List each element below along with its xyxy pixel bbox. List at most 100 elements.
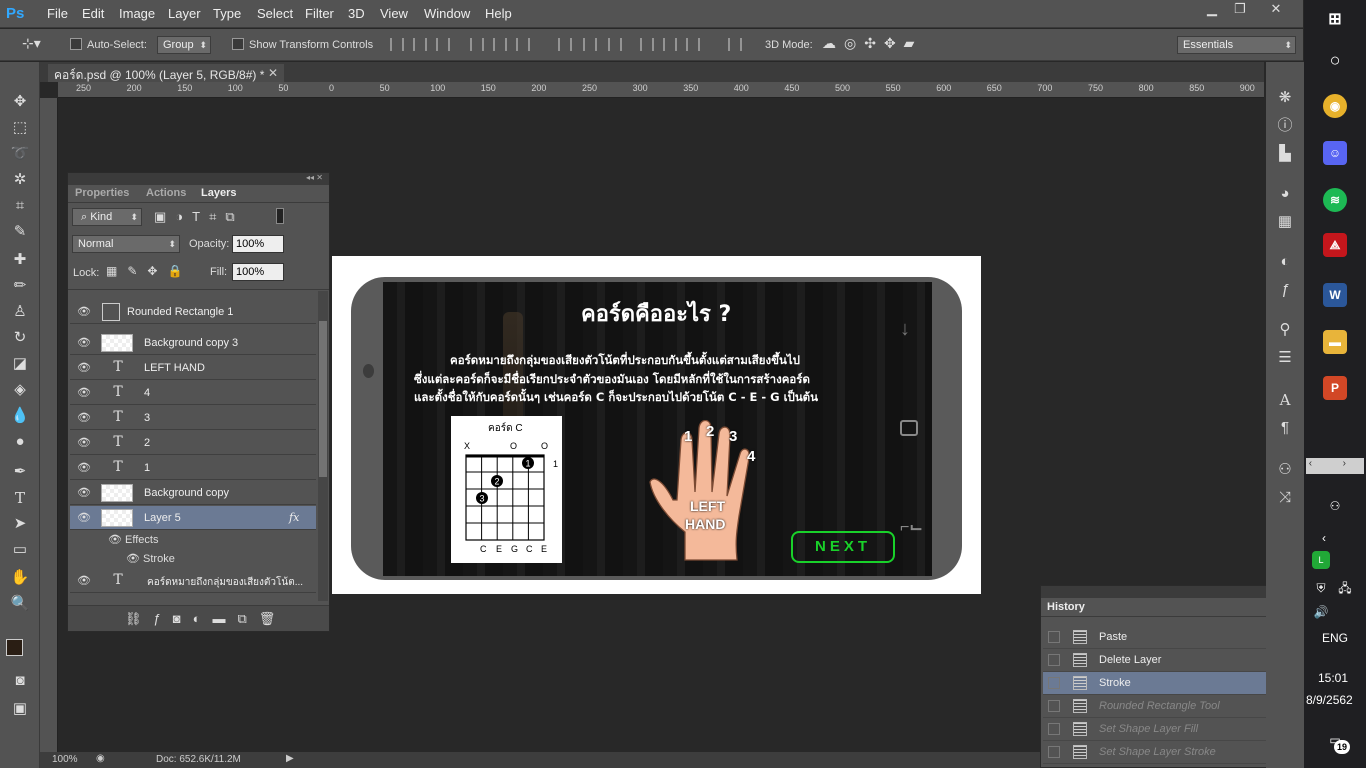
layer-row[interactable]: 👁 T LEFT HAND bbox=[70, 356, 316, 380]
history-snapshot-box[interactable] bbox=[1048, 677, 1060, 689]
line-app-icon[interactable]: L bbox=[1312, 551, 1330, 569]
show-hidden-icons[interactable]: ‹ bbox=[1312, 526, 1336, 550]
cortana-icon[interactable]: ○ bbox=[1323, 48, 1347, 72]
powerpoint-icon[interactable]: P bbox=[1323, 376, 1347, 400]
acrobat-icon[interactable]: ⟁ bbox=[1323, 233, 1347, 257]
layer-row[interactable]: 👁 T 3 bbox=[70, 406, 316, 430]
layer-row-selected[interactable]: 👁 Layer 5 fx bbox=[70, 506, 316, 530]
move-tool-icon[interactable]: ⊹▾ bbox=[22, 35, 41, 52]
histogram-icon[interactable]: ▙ bbox=[1275, 144, 1295, 164]
dodge-tool-icon[interactable]: ● bbox=[9, 431, 31, 453]
type-tool-icon[interactable]: T bbox=[9, 487, 31, 509]
menu-type[interactable]: Type bbox=[213, 6, 241, 21]
3d-tools-icon[interactable]: ☁◎✣✥▰ bbox=[822, 35, 922, 52]
visibility-eye-icon[interactable]: 👁 bbox=[77, 486, 91, 500]
path-selection-icon[interactable]: ➤ bbox=[9, 513, 31, 535]
history-row[interactable]: Rounded Rectangle Tool bbox=[1043, 695, 1287, 718]
history-snapshot-box[interactable] bbox=[1048, 654, 1060, 666]
move-tool-icon[interactable]: ✥ bbox=[9, 91, 31, 113]
visibility-eye-icon[interactable]: 👁 bbox=[108, 534, 125, 546]
adjustments-icon[interactable]: ◐ bbox=[1275, 252, 1295, 272]
blend-mode-dropdown[interactable]: Normal bbox=[72, 235, 180, 253]
menu-3d[interactable]: 3D bbox=[348, 6, 365, 21]
volume-icon[interactable]: 🔊 bbox=[1312, 600, 1330, 619]
menu-filter[interactable]: Filter bbox=[305, 6, 334, 21]
brush-tool-icon[interactable]: ✏ bbox=[9, 275, 31, 297]
color-icon[interactable]: ◕ bbox=[1275, 184, 1295, 204]
menu-layer[interactable]: Layer bbox=[168, 6, 201, 21]
screen-mode-icon[interactable]: ▣ bbox=[9, 698, 31, 720]
history-snapshot-box[interactable] bbox=[1048, 631, 1060, 643]
menu-edit[interactable]: Edit bbox=[82, 6, 104, 21]
discord-icon[interactable]: ☺ bbox=[1323, 141, 1347, 165]
word-icon[interactable]: W bbox=[1323, 283, 1347, 307]
styles-icon[interactable]: ƒ bbox=[1275, 280, 1295, 300]
visibility-eye-icon[interactable]: 👁 bbox=[77, 336, 91, 350]
layer-row[interactable]: 👁 T 4 bbox=[70, 381, 316, 405]
menu-select[interactable]: Select bbox=[257, 6, 293, 21]
language-indicator[interactable]: ENG bbox=[1322, 631, 1348, 645]
distribute-icon[interactable] bbox=[640, 38, 654, 51]
kind-filter-dropdown[interactable]: ⌕ Kind bbox=[72, 208, 142, 226]
fx-badge[interactable]: fx bbox=[289, 511, 299, 524]
zoom-tool-icon[interactable]: 🔍 bbox=[9, 593, 31, 615]
quick-mask-icon[interactable]: ◙ bbox=[9, 670, 31, 692]
restore-icon[interactable]: ❐ bbox=[1226, 0, 1254, 20]
menu-file[interactable]: File bbox=[47, 6, 68, 21]
pen-tool-icon[interactable]: ✒ bbox=[9, 461, 31, 483]
layer-row[interactable]: 👁 Rounded Rectangle 1 bbox=[70, 300, 316, 324]
align-icon[interactable] bbox=[390, 38, 404, 51]
visibility-eye-icon[interactable]: 👁 bbox=[126, 553, 143, 565]
history-snapshot-box[interactable] bbox=[1048, 700, 1060, 712]
marquee-tool-icon[interactable]: ⬚ bbox=[9, 117, 31, 139]
distribute-icon[interactable] bbox=[686, 38, 700, 51]
visibility-eye-icon[interactable]: 👁 bbox=[77, 386, 91, 400]
visibility-eye-icon[interactable]: 👁 bbox=[77, 511, 91, 525]
distribute-icon[interactable] bbox=[608, 38, 622, 51]
status-icon[interactable]: ◉ bbox=[96, 753, 105, 764]
layer-row[interactable]: 👁 T 1 bbox=[70, 456, 316, 480]
shape-tool-icon[interactable]: ▭ bbox=[9, 539, 31, 561]
eraser-icon[interactable]: ◪ bbox=[9, 353, 31, 375]
healing-brush-icon[interactable]: ✚ bbox=[9, 249, 31, 271]
align-icon[interactable] bbox=[413, 38, 427, 51]
defender-icon[interactable]: ⛨ bbox=[1312, 576, 1330, 595]
visibility-eye-icon[interactable]: 👁 bbox=[77, 574, 91, 588]
character-icon[interactable]: A bbox=[1275, 390, 1295, 410]
visibility-eye-icon[interactable]: 👁 bbox=[77, 305, 91, 319]
filter-toggle[interactable] bbox=[276, 208, 284, 224]
lock-icons[interactable]: ▦✎✥🔒 bbox=[106, 264, 192, 278]
status-arrow-icon[interactable]: ▶ bbox=[286, 753, 294, 764]
panel-header[interactable]: ◂◂ ✕ bbox=[68, 173, 329, 185]
menu-image[interactable]: Image bbox=[119, 6, 155, 21]
close-tab-icon[interactable]: ✕ bbox=[268, 66, 278, 80]
visibility-eye-icon[interactable]: 👁 bbox=[77, 436, 91, 450]
history-row[interactable]: Set Shape Layer Fill bbox=[1043, 718, 1287, 741]
lasso-tool-icon[interactable]: ➰ bbox=[9, 143, 31, 165]
brush-presets-icon[interactable]: ☰ bbox=[1275, 348, 1295, 368]
zoom-level[interactable]: 100% bbox=[52, 754, 78, 765]
channels-icon[interactable]: ⚇ bbox=[1275, 460, 1295, 480]
layer-row[interactable]: 👁 Background copy bbox=[70, 481, 316, 505]
history-snapshot-box[interactable] bbox=[1048, 723, 1060, 735]
magic-wand-icon[interactable]: ✲ bbox=[9, 169, 31, 191]
panel-header[interactable]: ◂◂ ✕ bbox=[1041, 586, 1301, 598]
layer-row[interactable]: 👁 Background copy 3 bbox=[70, 331, 316, 355]
menu-window[interactable]: Window bbox=[424, 6, 470, 21]
foreground-color-swatch[interactable] bbox=[6, 639, 23, 656]
fill-input[interactable]: 100% bbox=[232, 263, 284, 281]
paths-icon[interactable]: ⤨ bbox=[1275, 488, 1295, 508]
minimize-icon[interactable]: ▁ bbox=[1198, 0, 1226, 20]
spotify-icon[interactable]: ≋ bbox=[1323, 188, 1347, 212]
people-icon[interactable]: ⚇ bbox=[1323, 494, 1347, 518]
distribute-icon[interactable] bbox=[663, 38, 677, 51]
network-icon[interactable]: 🖧 bbox=[1336, 576, 1354, 595]
paint-bucket-icon[interactable]: ◈ bbox=[9, 379, 31, 401]
clone-stamp-icon[interactable]: ♙ bbox=[9, 301, 31, 323]
effects-row[interactable]: 👁 Effects bbox=[108, 533, 158, 546]
taskbar-scroll[interactable]: ‹ › bbox=[1306, 458, 1364, 474]
history-snapshot-box[interactable] bbox=[1048, 746, 1060, 758]
filter-icons[interactable]: ▣◑T⌗⧉ bbox=[154, 209, 244, 225]
tab-actions[interactable]: Actions bbox=[140, 185, 192, 202]
hand-tool-icon[interactable]: ✋ bbox=[9, 567, 31, 589]
